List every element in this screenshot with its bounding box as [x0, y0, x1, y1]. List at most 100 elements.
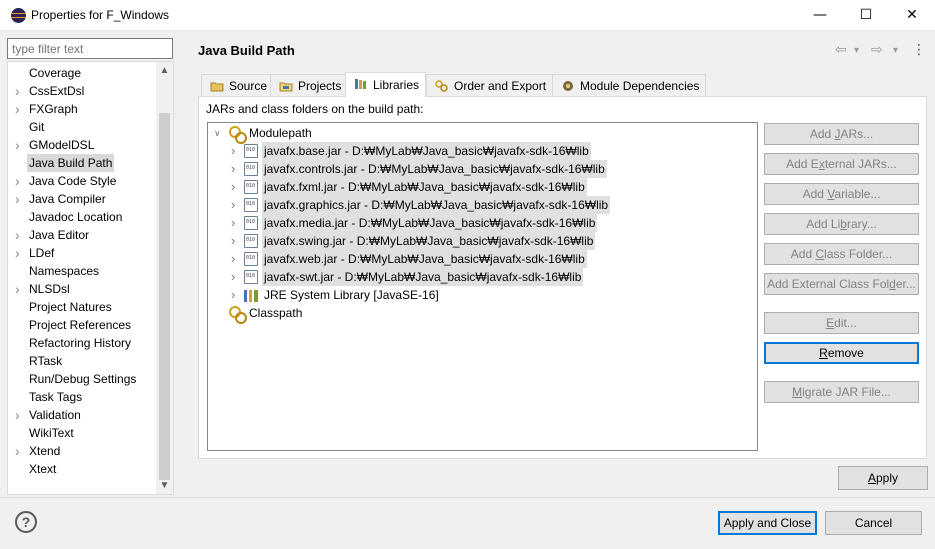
forward-arrow-icon[interactable]: ⇨: [871, 42, 883, 58]
nav-item-java-editor[interactable]: › Java Editor: [8, 226, 158, 244]
modulepath-node[interactable]: ∨ Modulepath: [213, 124, 513, 144]
nav-item-rtask[interactable]: RTask: [8, 352, 158, 370]
module-dependencies-icon: [563, 81, 573, 91]
jar-entry[interactable]: › javafx.media.jar - D:₩MyLab₩Java_basic₩…: [231, 214, 751, 232]
expand-chevron-icon[interactable]: ›: [231, 250, 241, 268]
eclipse-icon: [11, 8, 26, 23]
jar-entry[interactable]: › javafx.fxml.jar - D:₩MyLab₩Java_basic₩j…: [231, 178, 751, 196]
apply-and-close-button[interactable]: Apply and Close: [718, 511, 817, 535]
title-bar: Properties for F_Windows — ☐ ✕: [0, 0, 935, 31]
build-path-tree[interactable]: ∨ Modulepath Classpath › javafx.base.jar …: [207, 122, 758, 451]
jar-entry[interactable]: › javafx.web.jar - D:₩MyLab₩Java_basic₩ja…: [231, 250, 751, 268]
filter-input[interactable]: [7, 38, 173, 59]
nav-item-git[interactable]: Git: [8, 118, 158, 136]
tab-order-and-export[interactable]: Order and Export: [426, 74, 554, 97]
expand-chevron-icon[interactable]: ›: [231, 142, 241, 160]
nav-item-xtend[interactable]: › Xtend: [8, 442, 158, 460]
cancel-button[interactable]: Cancel: [825, 511, 922, 535]
nav-scrollbar[interactable]: ▲ ▼: [156, 62, 173, 494]
maximize-button[interactable]: ☐: [843, 0, 889, 31]
jar-entry[interactable]: › javafx.controls.jar - D:₩MyLab₩Java_bas…: [231, 160, 751, 178]
expand-chevron-icon[interactable]: ›: [15, 100, 25, 118]
classpath-label: Classpath: [249, 306, 303, 320]
nav-item-refactoring-history[interactable]: Refactoring History: [8, 334, 158, 352]
nav-item-label: FXGraph: [29, 102, 78, 116]
jar-entry[interactable]: › javafx-swt.jar - D:₩MyLab₩Java_basic₩ja…: [231, 268, 751, 286]
jar-file-icon: [244, 270, 258, 284]
tab-projects[interactable]: Projects: [270, 74, 349, 97]
nav-item-ldef[interactable]: › LDef: [8, 244, 158, 262]
scroll-up-arrow-icon[interactable]: ▲: [156, 62, 173, 79]
back-dropdown-icon[interactable]: ▾: [854, 45, 859, 56]
apply-button[interactable]: Apply: [838, 466, 928, 490]
nav-item-cssextdsl[interactable]: › CssExtDsl: [8, 82, 158, 100]
jar-file-icon: [244, 252, 258, 266]
tab-source[interactable]: Source: [201, 74, 275, 97]
expand-chevron-icon[interactable]: ›: [15, 442, 25, 460]
nav-item-validation[interactable]: › Validation: [8, 406, 158, 424]
nav-item-namespaces[interactable]: Namespaces: [8, 262, 158, 280]
nav-item-coverage[interactable]: Coverage: [8, 64, 158, 82]
tab-libraries[interactable]: Libraries: [345, 72, 427, 97]
nav-item-nlsdsl[interactable]: › NLSDsl: [8, 280, 158, 298]
nav-item-label: Java Build Path: [27, 154, 115, 172]
expand-chevron-icon[interactable]: ›: [231, 196, 241, 214]
add-jars-button[interactable]: Add JARs...: [764, 123, 919, 145]
expand-chevron-icon[interactable]: ›: [15, 226, 25, 244]
nav-item-label: Task Tags: [29, 390, 83, 404]
expand-chevron-icon[interactable]: ›: [15, 280, 25, 298]
nav-item-java-code-style[interactable]: › Java Code Style: [8, 172, 158, 190]
add-external-class-folder-button[interactable]: Add External Class Folder...: [764, 273, 919, 295]
edit-button[interactable]: Edit...: [764, 312, 919, 334]
nav-item-gmodeldsl[interactable]: › GModelDSL: [8, 136, 158, 154]
add-variable-button[interactable]: Add Variable...: [764, 183, 919, 205]
nav-item-javadoc-location[interactable]: Javadoc Location: [8, 208, 158, 226]
expand-chevron-icon[interactable]: ›: [231, 178, 241, 196]
add-external-jars-button[interactable]: Add External JARs...: [764, 153, 919, 175]
migrate-jar-file-button[interactable]: Migrate JAR File...: [764, 381, 919, 403]
nav-item-task-tags[interactable]: Task Tags: [8, 388, 158, 406]
nav-item-run-debug-settings[interactable]: Run/Debug Settings: [8, 370, 158, 388]
scroll-thumb[interactable]: [159, 113, 170, 480]
forward-dropdown-icon[interactable]: ▾: [893, 45, 898, 56]
preference-nav-tree[interactable]: Coverage › CssExtDsl › FXGraph Git › GModelDSL J…: [7, 61, 174, 495]
nav-item-java-compiler[interactable]: › Java Compiler: [8, 190, 158, 208]
nav-item-wikitext[interactable]: WikiText: [8, 424, 158, 442]
entry-label: javafx.media.jar - D:₩MyLab₩Java_basic₩j…: [262, 214, 598, 232]
expand-chevron-icon[interactable]: ›: [15, 82, 25, 100]
nav-item-project-references[interactable]: Project References: [8, 316, 158, 334]
nav-item-label: Run/Debug Settings: [29, 372, 137, 386]
scroll-down-arrow-icon[interactable]: ▼: [156, 477, 173, 494]
nav-item-project-natures[interactable]: Project Natures: [8, 298, 158, 316]
nav-item-xtext[interactable]: Xtext: [8, 460, 158, 478]
close-button[interactable]: ✕: [889, 0, 935, 31]
back-arrow-icon[interactable]: ⇦: [835, 42, 847, 58]
expand-chevron-icon[interactable]: ›: [231, 268, 241, 286]
view-menu-icon[interactable]: ⋮: [912, 42, 926, 58]
jar-entry[interactable]: › javafx.base.jar - D:₩MyLab₩Java_basic₩j…: [231, 142, 751, 160]
expand-chevron-icon[interactable]: ›: [15, 172, 25, 190]
expand-chevron-icon[interactable]: ›: [15, 406, 25, 424]
jar-entry[interactable]: › javafx.swing.jar - D:₩MyLab₩Java_basic₩…: [231, 232, 751, 250]
add-library-button[interactable]: Add Library...: [764, 213, 919, 235]
nav-item-java-build-path[interactable]: Java Build Path: [8, 154, 158, 172]
add-class-folder-button[interactable]: Add Class Folder...: [764, 243, 919, 265]
jar-entry[interactable]: › javafx.graphics.jar - D:₩MyLab₩Java_bas…: [231, 196, 751, 214]
expand-chevron-icon[interactable]: ›: [15, 136, 25, 154]
help-icon[interactable]: ?: [15, 511, 37, 533]
jre-library-entry[interactable]: › JRE System Library [JavaSE-16]: [231, 286, 751, 304]
entry-label: javafx.graphics.jar - D:₩MyLab₩Java_basi…: [262, 196, 611, 214]
expand-chevron-icon[interactable]: ›: [231, 160, 241, 178]
nav-item-fxgraph[interactable]: › FXGraph: [8, 100, 158, 118]
expand-chevron-icon[interactable]: ›: [15, 190, 25, 208]
expand-chevron-icon[interactable]: ›: [231, 214, 241, 232]
entry-label: javafx.base.jar - D:₩MyLab₩Java_basic₩ja…: [262, 142, 591, 160]
remove-button[interactable]: Remove: [764, 342, 919, 364]
collapse-chevron-icon[interactable]: ∨: [214, 124, 224, 142]
tab-module-dependencies[interactable]: Module Dependencies: [552, 74, 707, 97]
expand-chevron-icon[interactable]: ›: [231, 286, 241, 304]
classpath-node[interactable]: Classpath: [227, 304, 527, 324]
minimize-button[interactable]: —: [797, 0, 843, 31]
expand-chevron-icon[interactable]: ›: [15, 244, 25, 262]
expand-chevron-icon[interactable]: ›: [231, 232, 241, 250]
